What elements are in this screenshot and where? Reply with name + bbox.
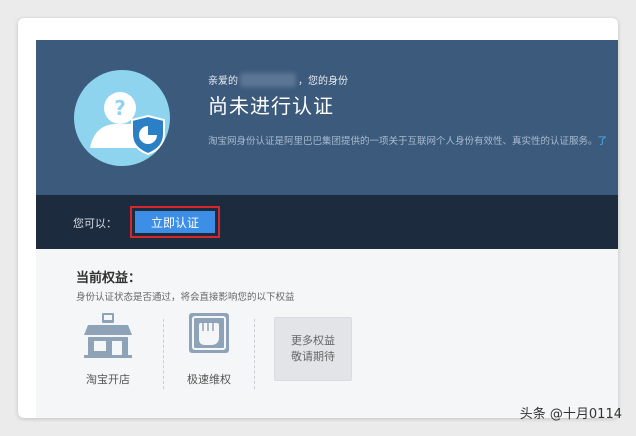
fist-icon	[189, 313, 229, 353]
verification-status-title: 尚未进行认证	[208, 94, 334, 118]
verification-description: 淘宝网身份认证是阿里巴巴集团提供的一项关于互联网个人身份有效性、真实性的认证服务…	[208, 133, 618, 147]
description-text: 淘宝网身份认证是阿里巴巴集团提供的一项关于互联网个人身份有效性、真实性的认证服务…	[208, 136, 598, 147]
rights-note: 身份认证状态是否通过，将会直接影响您的以下权益	[76, 292, 295, 303]
learn-more-link[interactable]: 了	[598, 136, 608, 147]
action-prompt-label: 您可以：	[73, 217, 117, 230]
blurred-username	[240, 72, 296, 87]
action-bar: 您可以： 立即认证	[36, 195, 618, 249]
more-rights-line1: 更多权益	[291, 334, 335, 347]
more-rights-line2: 敬请期待	[291, 350, 335, 363]
rights-title: 当前权益：	[76, 271, 142, 286]
benefit-label: 极速维权	[187, 373, 231, 386]
greeting-suffix: ，您的身份	[298, 76, 348, 87]
verify-now-button[interactable]: 立即认证	[135, 211, 215, 233]
greeting-prefix: 亲爱的	[208, 76, 238, 87]
current-rights-section: 当前权益： 身份认证状态是否通过，将会直接影响您的以下权益 淘宝开店 极速维权 …	[36, 249, 618, 418]
shop-icon	[84, 313, 132, 358]
greeting-line: 亲爱的 ，您的身份	[208, 72, 348, 87]
unknown-user-shield-icon: ?	[90, 92, 165, 156]
divider	[163, 319, 164, 389]
divider	[254, 319, 255, 389]
more-rights-placeholder: 更多权益 敬请期待	[274, 317, 352, 381]
identity-verification-card: ? 亲爱的 ，您的身份 尚未进行认证 淘宝网身份认证是阿里巴巴集团提供的一项关于…	[18, 18, 618, 418]
watermark: 头条 @十月0114	[519, 407, 622, 422]
status-banner: ? 亲爱的 ，您的身份 尚未进行认证 淘宝网身份认证是阿里巴巴集团提供的一项关于…	[36, 40, 618, 195]
avatar: ?	[74, 70, 170, 166]
svg-text:?: ?	[114, 96, 126, 120]
benefit-label: 淘宝开店	[86, 373, 130, 386]
benefit-fast-rights[interactable]: 极速维权	[174, 311, 244, 387]
benefit-taobao-shop[interactable]: 淘宝开店	[73, 311, 143, 387]
